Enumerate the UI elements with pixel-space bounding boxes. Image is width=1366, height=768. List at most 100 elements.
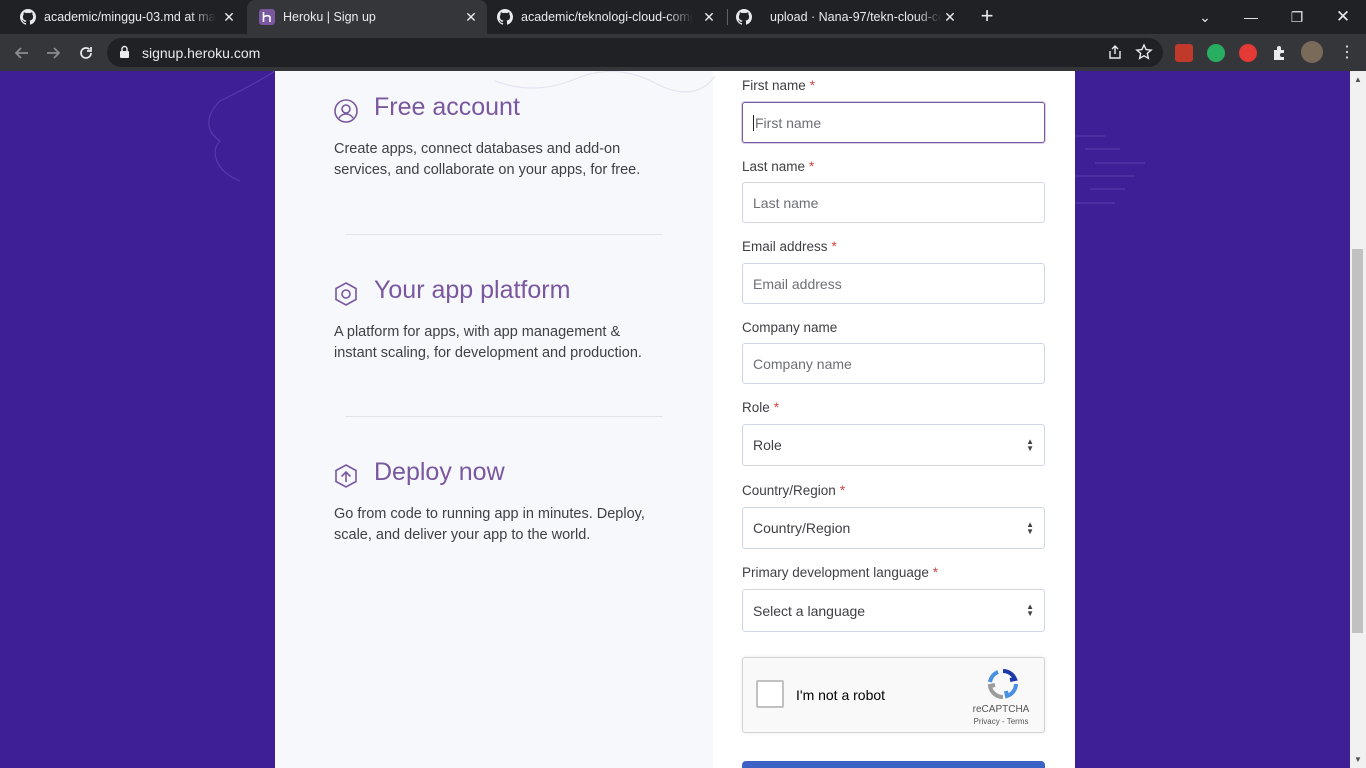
label-text: Company name: [742, 320, 838, 335]
bookmark-star-icon[interactable]: [1135, 43, 1153, 66]
create-account-button[interactable]: [742, 761, 1045, 768]
label-text: Last name: [742, 159, 806, 174]
feature-description: Create apps, connect databases and add-o…: [334, 141, 641, 178]
tab-title: academic/teknologi-cloud-comp: [521, 10, 693, 24]
minimize-button[interactable]: —: [1228, 0, 1274, 34]
extension-icon[interactable]: [1175, 44, 1193, 62]
page-scrollbar[interactable]: ▲ ▼: [1350, 71, 1366, 768]
close-window-button[interactable]: ✕: [1320, 0, 1366, 34]
forward-button[interactable]: [40, 40, 66, 66]
company-label: Company name: [742, 320, 837, 335]
placeholder: Last name: [753, 194, 819, 211]
feature-deploy-now: Deploy now Go from code to running app i…: [334, 458, 664, 578]
selected-value: Country/Region: [753, 520, 851, 536]
browser-toolbar: signup.heroku.com ⋮: [0, 34, 1366, 71]
label-text: Role: [742, 400, 770, 415]
language-label: Primary development language *: [742, 565, 938, 580]
back-button[interactable]: [9, 40, 35, 66]
required-marker: *: [831, 239, 837, 254]
country-label: Country/Region *: [742, 483, 845, 498]
address-bar[interactable]: signup.heroku.com: [107, 38, 1163, 67]
tab-title: Heroku | Sign up: [283, 10, 376, 24]
close-tab-icon[interactable]: ✕: [701, 9, 717, 25]
upload-arrow-icon: [335, 464, 357, 488]
close-tab-icon[interactable]: ✕: [942, 9, 958, 25]
email-input[interactable]: Email address: [742, 263, 1045, 304]
divider: [345, 234, 663, 235]
label-text: Country/Region: [742, 483, 836, 498]
role-label: Role *: [742, 400, 779, 415]
first-name-input[interactable]: First name: [742, 102, 1045, 143]
language-select[interactable]: Select a language ▲ ▼: [742, 589, 1045, 632]
company-input[interactable]: Company name: [742, 343, 1045, 384]
text-caret: [753, 114, 754, 131]
restore-button[interactable]: ❐: [1274, 0, 1320, 34]
forward-arrow-icon: [47, 47, 61, 59]
tab-bar: academic/minggu-03.md at main ✕ Heroku |…: [0, 0, 1366, 34]
background-decoration: [208, 71, 276, 182]
recaptcha-privacy-terms-links[interactable]: Privacy - Terms: [966, 717, 1036, 726]
extension-icon[interactable]: [1207, 44, 1225, 62]
role-select[interactable]: Role ▲ ▼: [742, 424, 1045, 466]
label-text: Email address: [742, 239, 828, 254]
close-tab-icon[interactable]: ✕: [221, 9, 237, 25]
recaptcha-logo-icon: [987, 669, 1018, 700]
tab-title: upload · Nana-97/tekn-cloud-co: [770, 10, 942, 24]
tab-heroku-signup[interactable]: Heroku | Sign up ✕: [247, 0, 487, 34]
feature-title: Free account: [374, 93, 520, 121]
tab-github-minggu[interactable]: academic/minggu-03.md at main ✕: [0, 0, 245, 34]
extension-icon[interactable]: [1239, 44, 1257, 62]
email-label: Email address *: [742, 239, 837, 254]
required-marker: *: [773, 400, 780, 415]
label-text: First name: [742, 78, 806, 93]
new-tab-button[interactable]: +: [975, 5, 999, 29]
recaptcha-widget: I'm not a robot reCAPTCHA Privacy - Term…: [742, 657, 1045, 733]
country-select[interactable]: Country/Region ▲ ▼: [742, 507, 1045, 549]
recaptcha-checkbox[interactable]: [756, 680, 784, 708]
selected-value: Select a language: [753, 602, 866, 619]
menu-kebab-icon[interactable]: ⋮: [1338, 44, 1356, 62]
github-icon: [497, 9, 513, 25]
background-decoration: [1075, 135, 1145, 204]
feature-free-account: Free account Create apps, connect databa…: [334, 93, 664, 213]
select-arrows-icon: ▲ ▼: [1026, 520, 1034, 536]
feature-app-platform: Your app platform A platform for apps, w…: [334, 276, 664, 396]
features-panel: Free account Create apps, connect databa…: [275, 71, 715, 768]
user-circle-icon: [334, 99, 358, 123]
required-marker: *: [809, 159, 815, 174]
reload-button[interactable]: [73, 40, 99, 66]
scroll-up-icon[interactable]: ▲: [1354, 75, 1362, 84]
tab-github-upload[interactable]: upload · Nana-97/tekn-cloud-co ✕: [716, 0, 966, 34]
hexagon-icon: [335, 282, 357, 306]
github-icon: [736, 9, 752, 25]
recaptcha-label: I'm not a robot: [796, 687, 886, 703]
last-name-input[interactable]: Last name: [742, 182, 1045, 223]
avatar[interactable]: [1301, 41, 1323, 63]
tab-search-icon[interactable]: ⌄: [1182, 0, 1228, 34]
lock-icon: [119, 45, 130, 64]
tab-title: academic/minggu-03.md at main: [44, 10, 216, 24]
selected-value: Role: [753, 437, 782, 453]
required-marker: *: [932, 565, 939, 580]
first-name-label: First name *: [742, 78, 815, 93]
last-name-label: Last name *: [742, 159, 814, 174]
tab-github-teknologi[interactable]: academic/teknologi-cloud-comp ✕: [477, 0, 725, 34]
required-marker: *: [809, 78, 816, 93]
extensions-puzzle-icon[interactable]: [1271, 44, 1289, 62]
divider: [345, 416, 663, 417]
reload-icon: [80, 47, 92, 59]
scroll-down-icon[interactable]: ▼: [1354, 755, 1362, 764]
feature-title: Deploy now: [374, 458, 505, 486]
feature-description: Go from code to running app in minutes. …: [334, 506, 645, 543]
label-text: Primary development language: [742, 565, 929, 580]
share-icon[interactable]: [1107, 44, 1123, 65]
placeholder: First name: [755, 114, 822, 131]
back-arrow-icon: [14, 47, 28, 59]
scrollbar-thumb[interactable]: [1352, 249, 1363, 633]
feature-title: Your app platform: [374, 276, 571, 304]
placeholder: Email address: [753, 275, 842, 292]
page-content: Free account Create apps, connect databa…: [0, 71, 1350, 768]
url-text: signup.heroku.com: [142, 45, 261, 61]
heroku-icon: [259, 9, 275, 25]
feature-description: A platform for apps, with app management…: [334, 324, 642, 361]
